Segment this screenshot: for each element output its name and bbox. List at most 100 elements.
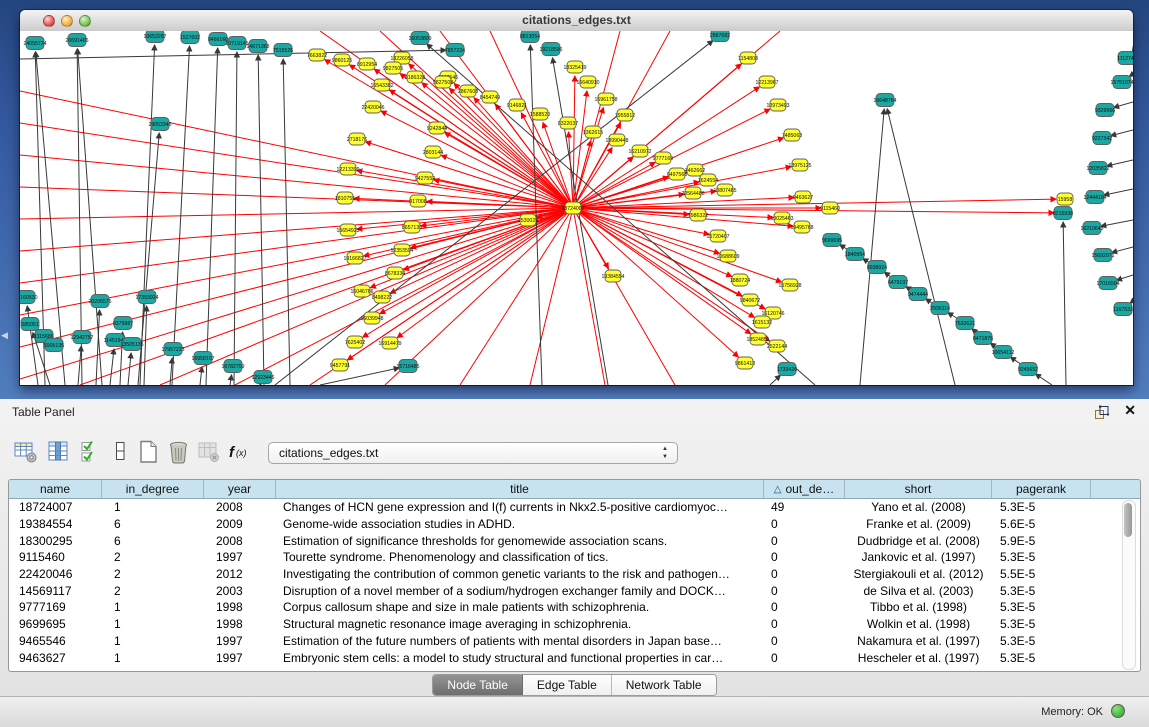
column-header-title[interactable]: title — [276, 480, 764, 498]
network-node[interactable]: 9329966 — [1095, 104, 1115, 117]
network-node[interactable]: 16961758 — [594, 93, 617, 105]
network-node[interactable]: 10807485 — [713, 184, 736, 196]
network-node[interactable]: 8186328 — [405, 71, 425, 83]
network-node[interactable]: 9146821 — [507, 99, 527, 111]
network-node[interactable]: 9827505 — [383, 62, 403, 74]
network-edge[interactable] — [887, 109, 955, 385]
network-node[interactable]: 16958107 — [191, 352, 214, 365]
network-node[interactable]: 12923446 — [251, 371, 274, 384]
network-node[interactable]: 7663822 — [307, 49, 327, 61]
network-node[interactable]: 7632621 — [955, 317, 975, 330]
network-edge[interactable] — [1101, 220, 1133, 226]
network-node[interactable]: 7485063 — [782, 129, 802, 141]
network-edge[interactable] — [1035, 374, 1052, 385]
network-graph[interactable]: 1872400724055724206914061065328715276028… — [20, 31, 1133, 385]
network-node[interactable]: 13505135 — [120, 338, 143, 351]
table-row[interactable]: 1872400712008Changes of HCN gene express… — [9, 499, 1140, 516]
network-node[interactable]: 1840954 — [845, 248, 865, 261]
network-edge[interactable] — [200, 367, 202, 385]
network-node[interactable]: 6479197 — [888, 276, 908, 289]
network-node[interactable]: 24055724 — [23, 37, 46, 50]
table-row[interactable]: 946554611997Estimation of the future num… — [9, 633, 1140, 650]
network-node[interactable]: 2887682 — [710, 31, 730, 42]
network-edge[interactable] — [144, 306, 147, 385]
tab-node-table[interactable]: Node Table — [433, 675, 523, 695]
network-node[interactable]: 2803144 — [423, 146, 443, 158]
network-node[interactable]: 2530029 — [518, 214, 538, 226]
network-edge[interactable] — [20, 50, 446, 59]
network-edge[interactable] — [1107, 160, 1133, 166]
network-node[interactable]: 8498222 — [372, 291, 392, 303]
network-node[interactable]: 8678334 — [385, 267, 405, 279]
network-node[interactable]: 1362615 — [583, 126, 603, 138]
network-node[interactable]: 2867608 — [458, 85, 478, 97]
network-edge[interactable] — [1063, 222, 1066, 385]
network-node[interactable]: 19166827 — [343, 252, 366, 264]
column-header-name[interactable]: name — [9, 480, 102, 498]
network-node[interactable]: 16782759 — [221, 360, 244, 373]
network-node[interactable]: 15692971 — [1091, 249, 1114, 262]
network-edge[interactable] — [1117, 275, 1133, 280]
network-node[interactable]: 1615132 — [752, 316, 772, 328]
network-node[interactable]: 2718176 — [347, 133, 367, 145]
table-row[interactable]: 969969511998Structural magnetic resonanc… — [9, 616, 1140, 633]
network-edge[interactable] — [20, 208, 573, 251]
network-window[interactable]: citations_edges.txt 18724007240557242069… — [20, 10, 1133, 385]
network-node[interactable]: 1880724 — [730, 274, 750, 286]
network-node[interactable]: 19218596 — [539, 43, 562, 56]
network-edge[interactable] — [573, 208, 751, 334]
network-node[interactable]: 9115460 — [820, 202, 840, 214]
network-node[interactable]: 15958 — [1057, 193, 1073, 205]
network-node[interactable]: 12035822 — [1086, 162, 1109, 175]
network-node[interactable]: 20691406 — [65, 34, 88, 47]
network-node[interactable]: 10653287 — [143, 31, 166, 43]
network-node[interactable]: 15756928 — [778, 279, 801, 291]
network-node[interactable]: 15751074 — [1110, 76, 1133, 89]
network-node[interactable]: 16648784 — [873, 94, 896, 107]
network-node[interactable]: 1112744 — [1117, 52, 1133, 65]
network-node[interactable]: 16914479 — [378, 337, 401, 349]
network-node[interactable]: 29053346 — [148, 118, 171, 131]
network-node[interactable]: 17359924 — [135, 291, 158, 304]
close-window-button[interactable] — [43, 15, 55, 27]
column-header-in_degree[interactable]: in_degree — [102, 480, 204, 498]
select-visible-columns-icon[interactable] — [78, 439, 103, 465]
network-edge[interactable] — [230, 375, 232, 385]
table-selector-dropdown[interactable]: citations_edges.txt ▲▼ — [268, 442, 678, 464]
network-node[interactable]: 9474444 — [908, 288, 928, 301]
table-row[interactable]: 911546021997Tourette syndrome. Phenomeno… — [9, 549, 1140, 566]
table-options-icon[interactable] — [13, 439, 38, 465]
network-edge[interactable] — [1114, 102, 1133, 108]
network-node[interactable]: 9242844 — [427, 122, 447, 134]
network-node[interactable]: 25160530 — [20, 291, 38, 304]
tab-network-table[interactable]: Network Table — [612, 675, 716, 695]
column-header-pagerank[interactable]: pagerank — [992, 480, 1091, 498]
network-node[interactable]: 10719145 — [225, 37, 248, 50]
network-node[interactable]: 18325419 — [563, 61, 586, 73]
network-node[interactable]: 16053809 — [408, 32, 431, 45]
network-node[interactable]: 20206576 — [88, 295, 111, 308]
network-node[interactable]: 9427552 — [415, 172, 435, 184]
network-node[interactable]: 1624554 — [698, 174, 718, 186]
network-node[interactable]: 7955812 — [615, 109, 635, 121]
network-edge[interactable] — [347, 208, 573, 360]
scrollbar-thumb[interactable] — [1124, 503, 1132, 537]
network-node[interactable]: 7857224 — [445, 44, 465, 57]
network-node[interactable]: 8813054 — [520, 31, 540, 43]
network-canvas[interactable]: 1872400724055724206914061065328715276028… — [20, 31, 1133, 385]
network-edge[interactable] — [573, 199, 1056, 208]
network-node[interactable]: 9827508 — [433, 76, 453, 88]
close-panel-icon[interactable]: ✕ — [1124, 402, 1136, 419]
network-node[interactable]: 1588520 — [530, 108, 550, 120]
network-node[interactable]: 5905135 — [44, 339, 64, 352]
network-node[interactable]: 8471876 — [973, 332, 993, 345]
column-header-out_de[interactable]: △out_de… — [764, 480, 845, 498]
network-node[interactable]: 13975125 — [788, 159, 811, 171]
tab-edge-table[interactable]: Edge Table — [523, 675, 612, 695]
network-node[interactable]: 15720407 — [706, 230, 729, 242]
network-node[interactable]: 17957223 — [161, 343, 184, 356]
network-node[interactable]: 15716485 — [396, 360, 419, 373]
function-builder-icon[interactable]: f (x) — [226, 439, 251, 465]
network-edge[interactable] — [474, 98, 573, 208]
table-row[interactable]: 1938455462009Genome-wide association stu… — [9, 516, 1140, 533]
